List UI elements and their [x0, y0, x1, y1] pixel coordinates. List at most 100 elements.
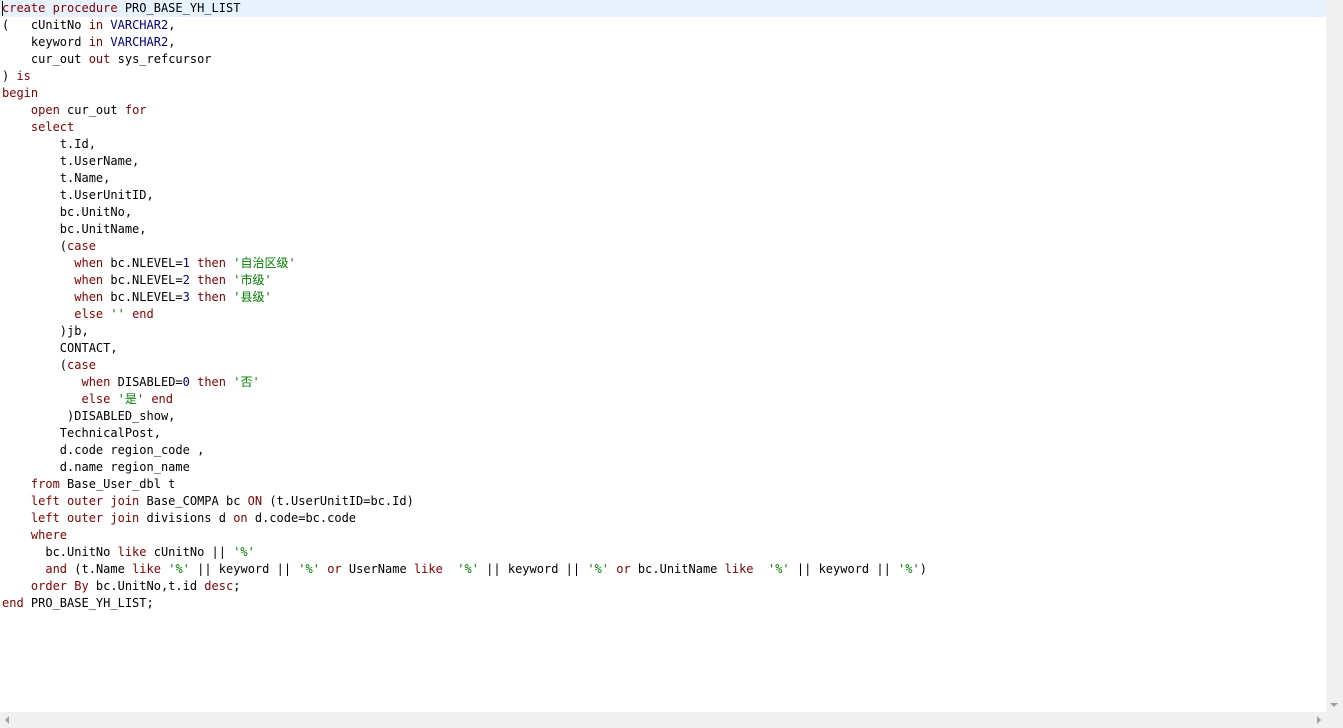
code-line[interactable]: from Base_User_dbl t	[0, 476, 1326, 493]
code-line[interactable]: TechnicalPost,	[0, 425, 1326, 442]
code-token: where	[30, 528, 68, 542]
code-line[interactable]: )DISABLED_show,	[0, 408, 1326, 425]
vertical-scrollbar[interactable]	[1326, 0, 1343, 712]
code-token: for	[124, 103, 147, 117]
code-token: d.code=bc.code	[247, 511, 357, 525]
code-line[interactable]: t.UserName,	[0, 153, 1326, 170]
code-token: 2	[182, 273, 190, 287]
code-line[interactable]: bc.UnitNo,	[0, 204, 1326, 221]
code-line[interactable]: else '是' end	[0, 391, 1326, 408]
code-token: bc.UnitName,	[2, 222, 147, 236]
code-token: 1	[182, 256, 190, 270]
code-token: '%'	[168, 562, 190, 576]
code-token: desc	[204, 579, 234, 593]
code-token: '%'	[898, 562, 920, 576]
code-token: )DISABLED_show,	[2, 409, 176, 423]
code-token: like	[413, 562, 443, 576]
code-token: or	[327, 562, 342, 576]
code-line[interactable]: t.Id,	[0, 136, 1326, 153]
code-line[interactable]: ) is	[0, 68, 1326, 85]
code-line[interactable]: bc.UnitNo like cUnitNo || '%'	[0, 544, 1326, 561]
code-token: ,	[168, 35, 176, 49]
code-token: || keyword ||	[189, 562, 299, 576]
code-line[interactable]: when bc.NLEVEL=3 then '县级'	[0, 289, 1326, 306]
code-token: d.name region_name	[2, 460, 190, 474]
text-caret	[2, 1, 3, 16]
code-line[interactable]: (case	[0, 357, 1326, 374]
code-line[interactable]: d.name region_name	[0, 459, 1326, 476]
code-token: 0	[182, 375, 190, 389]
code-token: cur_out	[2, 52, 89, 66]
code-token: divisions d	[139, 511, 234, 525]
code-line[interactable]: t.UserUnitID,	[0, 187, 1326, 204]
code-token: left outer join	[30, 511, 140, 525]
code-line[interactable]: when bc.NLEVEL=2 then '市级'	[0, 272, 1326, 289]
chevron-right-icon[interactable]	[1317, 716, 1321, 724]
code-token: end	[2, 596, 24, 610]
code-token: t.Id,	[2, 137, 96, 151]
code-token: left outer join	[30, 494, 140, 508]
code-token: VARCHAR2	[110, 35, 169, 49]
code-token: begin	[2, 86, 39, 100]
code-token: Base_User_dbl t	[59, 477, 176, 491]
code-token: or	[616, 562, 631, 576]
code-line[interactable]: begin	[0, 85, 1326, 102]
code-line[interactable]: end PRO_BASE_YH_LIST;	[0, 595, 1326, 612]
code-line[interactable]: when DISABLED=0 then '否'	[0, 374, 1326, 391]
chevron-down-icon[interactable]	[1330, 703, 1338, 707]
code-token: is	[16, 69, 31, 83]
code-line[interactable]: ( cUnitNo in VARCHAR2,	[0, 17, 1326, 34]
code-line[interactable]: and (t.Name like '%' || keyword || '%' o…	[0, 561, 1326, 578]
code-token: t.UserName,	[2, 154, 140, 168]
code-token: when	[74, 290, 104, 304]
code-token: )	[2, 69, 17, 83]
code-line[interactable]: else '' end	[0, 306, 1326, 323]
code-token: create procedure	[2, 1, 118, 15]
code-token: )	[919, 562, 927, 576]
code-line[interactable]: where	[0, 527, 1326, 544]
code-line[interactable]: d.code region_code ,	[0, 442, 1326, 459]
code-token: from	[30, 477, 60, 491]
code-line[interactable]: when bc.NLEVEL=1 then '自治区级'	[0, 255, 1326, 272]
code-line[interactable]: cur_out out sys_refcursor	[0, 51, 1326, 68]
code-token: case	[67, 239, 96, 253]
horizontal-scrollbar[interactable]	[0, 712, 1326, 728]
code-token: DISABLED=	[110, 375, 183, 389]
code-line[interactable]: create procedure PRO_BASE_YH_LIST	[0, 0, 1326, 17]
code-token: when	[74, 273, 104, 287]
code-line[interactable]: t.Name,	[0, 170, 1326, 187]
code-token: else	[74, 307, 104, 321]
code-token: and	[45, 562, 68, 576]
code-token: TechnicalPost,	[2, 426, 161, 440]
code-line[interactable]: )jb,	[0, 323, 1326, 340]
code-token: '县级'	[233, 290, 272, 304]
code-line[interactable]: left outer join divisions d on d.code=bc…	[0, 510, 1326, 527]
code-line[interactable]: left outer join Base_COMPA bc ON (t.User…	[0, 493, 1326, 510]
code-line[interactable]: bc.UnitName,	[0, 221, 1326, 238]
code-token: bc.NLEVEL=	[103, 256, 183, 270]
code-line[interactable]: order By bc.UnitNo,t.id desc;	[0, 578, 1326, 595]
code-line[interactable]: keyword in VARCHAR2,	[0, 34, 1326, 51]
code-token: cur_out	[59, 103, 125, 117]
code-token: (	[2, 358, 68, 372]
code-token: when	[74, 256, 104, 270]
code-token: CONTACT,	[2, 341, 118, 355]
scrollbar-corner	[1326, 712, 1343, 728]
code-line[interactable]: select	[0, 119, 1326, 136]
code-editor[interactable]: create procedure PRO_BASE_YH_LIST( cUnit…	[0, 0, 1326, 712]
code-token: '自治区级'	[233, 256, 296, 270]
code-line[interactable]: CONTACT,	[0, 340, 1326, 357]
chevron-left-icon[interactable]	[5, 716, 9, 724]
code-token: (t.Name	[67, 562, 133, 576]
code-token: bc.NLEVEL=	[103, 273, 183, 287]
code-line[interactable]: (case	[0, 238, 1326, 255]
code-token: ON	[247, 494, 263, 508]
code-line[interactable]: open cur_out for	[0, 102, 1326, 119]
